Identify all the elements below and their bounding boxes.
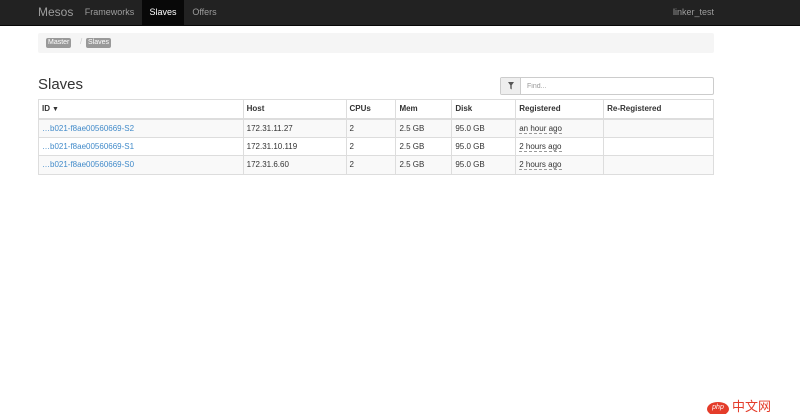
- cell-id: …b021-f8ae00560669-S2: [38, 118, 244, 138]
- breadcrumb-master[interactable]: Master: [46, 38, 72, 48]
- watermark-logo: php: [707, 402, 729, 414]
- cell-mem: 2.5 GB: [395, 155, 453, 175]
- cell-id: …b021-f8ae00560669-S0: [38, 155, 244, 175]
- column-header-reregistered[interactable]: Re-Registered: [603, 99, 714, 120]
- column-header-host[interactable]: Host: [242, 99, 347, 120]
- breadcrumb-slaves[interactable]: Slaves: [86, 38, 112, 48]
- nav-frameworks[interactable]: Frameworks: [77, 0, 142, 26]
- nav-slaves[interactable]: Slaves: [142, 0, 184, 26]
- top-navbar: Mesos Frameworks Slaves Offers linker_te…: [0, 0, 800, 26]
- slaves-table: ID ▼ Host CPUs Mem Disk Registered Re-Reg…: [38, 99, 714, 175]
- cell-mem: 2.5 GB: [395, 136, 453, 156]
- cell-host: 172.31.6.60: [242, 155, 347, 175]
- page-title: Slaves: [38, 76, 84, 93]
- cell-disk: 95.0 GB: [451, 155, 517, 175]
- cell-host: 172.31.10.119: [242, 136, 347, 156]
- slave-id-link[interactable]: …b021-f8ae00560669-S1: [42, 142, 134, 151]
- cell-disk: 95.0 GB: [451, 118, 517, 138]
- column-header-disk[interactable]: Disk: [451, 99, 517, 120]
- nav-user[interactable]: linker_test: [673, 0, 714, 26]
- column-header-mem[interactable]: Mem: [395, 99, 453, 120]
- filter-group: [500, 77, 714, 95]
- cell-reregistered: [603, 136, 714, 156]
- column-header-id-label: ID: [42, 104, 50, 114]
- table-header-row: ID ▼ Host CPUs Mem Disk Registered Re-Reg…: [38, 99, 714, 120]
- cell-cpus: 2: [345, 155, 397, 175]
- cell-registered: 2 hours ago: [515, 136, 605, 156]
- watermark-text: 中文网: [732, 399, 772, 414]
- filter-input[interactable]: [522, 78, 712, 94]
- cell-reregistered: [603, 155, 714, 175]
- cell-disk: 95.0 GB: [451, 136, 517, 156]
- brand-logo[interactable]: Mesos: [38, 0, 73, 26]
- cell-registered: an hour ago: [515, 118, 605, 138]
- registered-time[interactable]: 2 hours ago: [519, 160, 562, 171]
- table-row: …b021-f8ae00560669-S0 172.31.6.60 2 2.5 …: [38, 155, 714, 175]
- cell-id: …b021-f8ae00560669-S1: [38, 136, 244, 156]
- slave-id-link[interactable]: …b021-f8ae00560669-S0: [42, 160, 134, 169]
- cell-registered: 2 hours ago: [515, 155, 605, 175]
- column-header-cpus[interactable]: CPUs: [345, 99, 397, 120]
- breadcrumb-separator: /: [80, 37, 83, 46]
- sort-desc-icon: ▼: [52, 106, 59, 114]
- breadcrumb: Master / Slaves: [38, 33, 714, 53]
- column-header-registered[interactable]: Registered: [515, 99, 605, 120]
- cell-cpus: 2: [345, 136, 397, 156]
- registered-time[interactable]: an hour ago: [519, 123, 562, 134]
- cell-host: 172.31.11.27: [242, 118, 347, 138]
- column-header-id[interactable]: ID ▼: [38, 99, 244, 120]
- registered-time[interactable]: 2 hours ago: [519, 141, 562, 152]
- nav-offers[interactable]: Offers: [184, 0, 225, 26]
- table-row: …b021-f8ae00560669-S1 172.31.10.119 2 2.…: [38, 136, 714, 156]
- cell-reregistered: [603, 118, 714, 138]
- table-row: …b021-f8ae00560669-S2 172.31.11.27 2 2.5…: [38, 118, 714, 138]
- filter-icon: [501, 78, 521, 94]
- slave-id-link[interactable]: …b021-f8ae00560669-S2: [42, 124, 134, 133]
- cell-cpus: 2: [345, 118, 397, 138]
- watermark: php 中文网: [707, 400, 800, 414]
- cell-mem: 2.5 GB: [395, 118, 453, 138]
